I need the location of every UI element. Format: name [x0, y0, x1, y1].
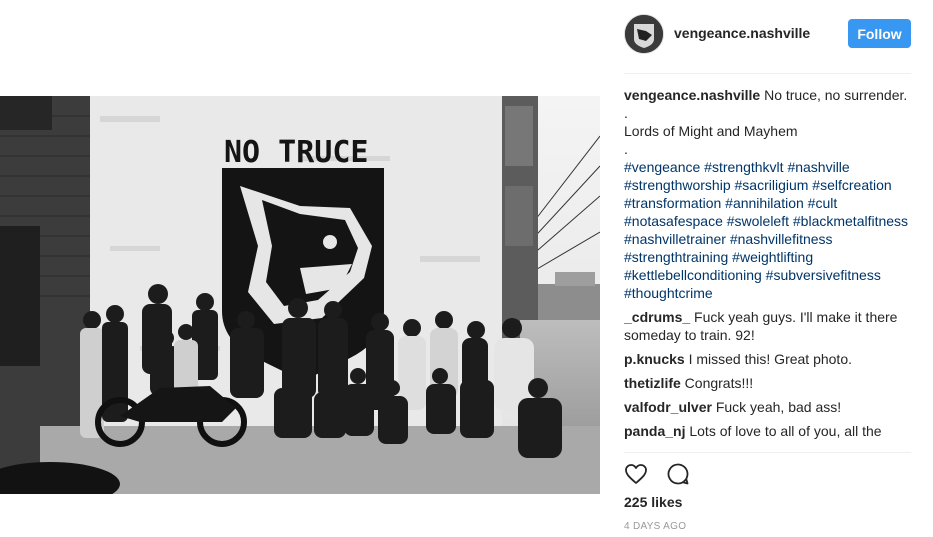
- heart-outline-icon[interactable]: [624, 462, 648, 486]
- post-photo-image: NO TRUCE: [0, 96, 600, 494]
- caption-username[interactable]: vengeance.nashville: [624, 87, 760, 103]
- comment-item: thetizlife Congrats!!!: [624, 374, 911, 392]
- post-timestamp[interactable]: 4 DAYS AGO: [624, 521, 686, 532]
- caption-line: Lords of Might and Mayhem: [624, 123, 798, 139]
- post-header: vengeance.nashville Follow: [624, 14, 911, 54]
- comment-username[interactable]: valfodr_ulver: [624, 399, 712, 415]
- comment-username[interactable]: panda_nj: [624, 423, 685, 439]
- avatar[interactable]: [624, 14, 664, 54]
- actions-divider: [624, 452, 911, 453]
- comment-username[interactable]: thetizlife: [624, 375, 681, 391]
- comment-text: Congrats!!!: [684, 375, 754, 391]
- header-divider: [624, 73, 911, 74]
- mural-text: NO TRUCE: [224, 135, 369, 170]
- caption-line: .: [624, 141, 628, 157]
- comment-username[interactable]: p.knucks: [624, 351, 685, 367]
- caption-line: No truce, no surrender.: [764, 87, 908, 103]
- comments-list[interactable]: vengeance.nashville No truce, no surrend…: [624, 86, 911, 452]
- post-photo[interactable]: NO TRUCE: [0, 96, 600, 494]
- likes-count[interactable]: 225 likes: [624, 494, 682, 510]
- caption-hashtags[interactable]: #vengeance #strengthkvlt #nashville #str…: [624, 158, 911, 302]
- comment-item: _cdrums_ Fuck yeah guys. I'll make it th…: [624, 308, 911, 344]
- comment-text: I missed this! Great photo.: [688, 351, 852, 367]
- speech-bubble-icon[interactable]: [666, 462, 690, 486]
- post-actions: [624, 462, 704, 486]
- follow-button[interactable]: Follow: [848, 19, 911, 48]
- caption: vengeance.nashville No truce, no surrend…: [624, 86, 911, 104]
- comment-item: p.knucks I missed this! Great photo.: [624, 350, 911, 368]
- post-author-username[interactable]: vengeance.nashville: [674, 25, 810, 41]
- comment-text: Lots of love to all of you, all the: [689, 423, 882, 439]
- wolf-logo-avatar-icon: [625, 15, 663, 53]
- caption-line: .: [624, 105, 628, 121]
- comment-username[interactable]: _cdrums_: [624, 309, 690, 325]
- comment-item: panda_nj Lots of love to all of you, all…: [624, 422, 911, 440]
- comment-text: Fuck yeah, bad ass!: [715, 399, 842, 415]
- comment-item: valfodr_ulver Fuck yeah, bad ass!: [624, 398, 911, 416]
